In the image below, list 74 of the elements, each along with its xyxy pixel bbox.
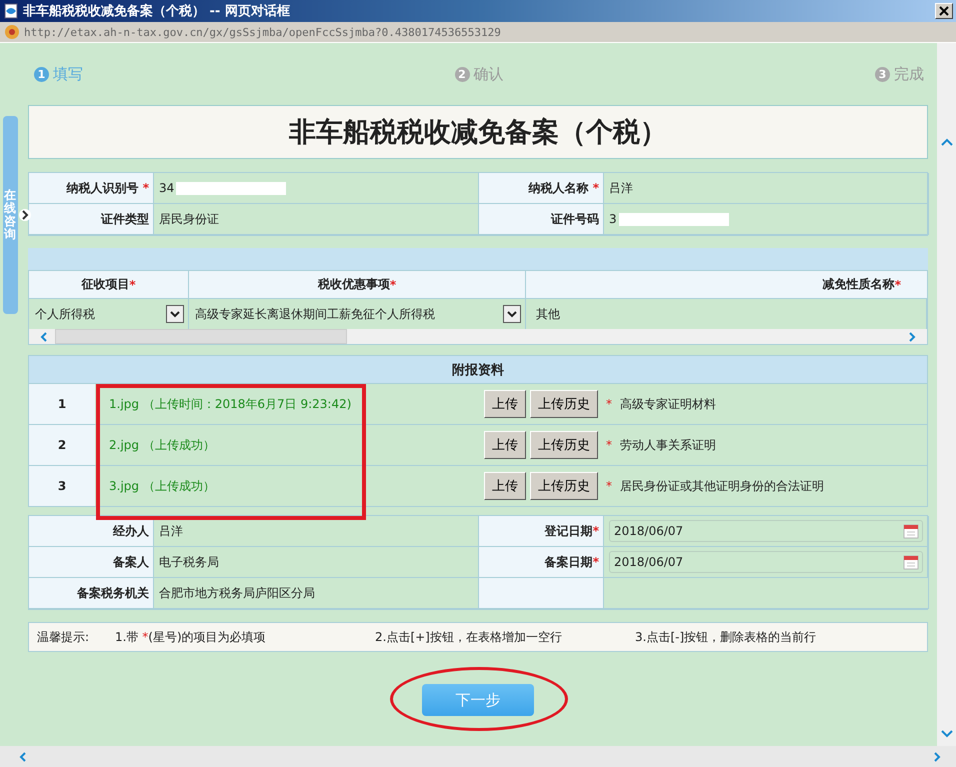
field-label: 备案人 <box>29 547 154 578</box>
attachment-description: 居民身份证或其他证明身份的合法证明 <box>620 478 824 494</box>
scroll-right-icon[interactable] <box>907 332 917 342</box>
field-value: 居民身份证 <box>159 210 219 228</box>
tip-text: 2.点击[+]按钮，在表格增加一空行 <box>375 628 563 646</box>
site-icon <box>4 24 20 40</box>
file-status: 1.jpg （上传时间：2018年6月7日 9:23:42) <box>109 396 352 410</box>
scroll-left-icon[interactable] <box>39 332 49 342</box>
field-value: 34 <box>159 181 174 195</box>
form-title: 非车船税税收减免备案（个税） <box>28 105 928 159</box>
row-number: 3 <box>29 466 95 506</box>
dropdown-icon[interactable] <box>503 305 521 323</box>
file-status: 3.jpg （上传成功） <box>109 478 215 492</box>
calendar-icon[interactable] <box>903 554 919 570</box>
calendar-icon[interactable] <box>903 523 919 539</box>
page-icon <box>3 3 19 19</box>
field-label: 纳税人名称 * <box>479 173 604 204</box>
required-mark: * <box>606 479 612 493</box>
address-text: http://etax.ah-n-tax.gov.cn/gx/gsSsjmba/openFccSsjmba?0.4380174536553129 <box>24 26 501 38</box>
horizontal-scrollbar[interactable] <box>29 329 927 344</box>
vertical-scrollbar[interactable] <box>937 43 956 746</box>
field-label: 纳税人识别号 * <box>29 173 154 204</box>
required-mark: * <box>606 397 612 411</box>
row-number: 2 <box>29 425 95 465</box>
step-number: 1 <box>34 66 49 82</box>
attachment-description: 高级专家证明材料 <box>620 396 716 412</box>
scroll-down-icon[interactable] <box>940 730 952 738</box>
row-number: 1 <box>29 384 95 424</box>
upload-button[interactable]: 上传 <box>484 390 526 418</box>
step-label: 确认 <box>474 64 504 84</box>
file-status: 2.jpg （上传成功） <box>109 438 215 452</box>
select-field[interactable]: 高级专家延长离退休期间工薪免征个人所得税 <box>189 305 525 323</box>
field-label: 备案日期* <box>479 547 604 578</box>
column-header: 征收项目* <box>29 271 189 299</box>
step-number: 3 <box>875 66 890 82</box>
close-button[interactable] <box>935 3 953 19</box>
upload-button[interactable]: 上传 <box>484 472 526 500</box>
tip-text: 3.点击[-]按钮，删除表格的当前行 <box>635 628 816 646</box>
field-value: 电子税务局 <box>159 554 219 570</box>
expand-icon[interactable] <box>19 207 31 223</box>
upload-history-button[interactable]: 上传历史 <box>530 431 598 459</box>
field-value: 吕洋 <box>609 180 633 196</box>
tip-text: 1.带 *(星号)的项目为必填项 <box>115 628 267 646</box>
select-field[interactable]: 个人所得税 <box>29 305 188 323</box>
tips-label: 温馨提示: <box>37 628 90 646</box>
field-value: 合肥市地方税务局庐阳区分局 <box>159 584 315 602</box>
bottom-scrollbar[interactable] <box>0 746 956 767</box>
date-field[interactable]: 2018/06/07 <box>609 551 923 573</box>
column-header: 税收优惠事项* <box>189 271 526 299</box>
attachment-description: 劳动人事关系证明 <box>620 436 716 454</box>
field-label: 经办人 <box>29 516 154 547</box>
scroll-left-icon[interactable] <box>18 752 28 762</box>
table-cell-text: 其他 <box>535 306 560 322</box>
scroll-up-icon[interactable] <box>940 138 952 146</box>
column-header: 减免性质名称* <box>526 271 927 299</box>
field-value: 吕洋 <box>159 522 183 540</box>
step-number: 2 <box>454 66 470 82</box>
date-field[interactable]: 2018/06/07 <box>609 520 923 542</box>
field-value: 3 <box>609 212 617 226</box>
section-header: 附报资料 <box>29 356 927 383</box>
window-title: 非车船税税收减免备案（个税） -- 网页对话框 <box>23 2 291 20</box>
field-label: 证件类型 <box>29 204 154 235</box>
step-label: 填写 <box>53 64 83 84</box>
dropdown-icon[interactable] <box>166 305 184 323</box>
scrollbar-thumb[interactable] <box>55 329 347 344</box>
field-label: 备案税务机关 <box>29 578 154 609</box>
upload-history-button[interactable]: 上传历史 <box>530 390 598 418</box>
upload-history-button[interactable]: 上传历史 <box>530 472 598 500</box>
upload-button[interactable]: 上传 <box>484 431 526 459</box>
field-label: 证件号码 <box>479 204 604 235</box>
field-label: 登记日期* <box>479 516 604 547</box>
scroll-right-icon[interactable] <box>932 752 942 762</box>
step-label: 完成 <box>894 64 924 84</box>
required-mark: * <box>606 438 612 452</box>
